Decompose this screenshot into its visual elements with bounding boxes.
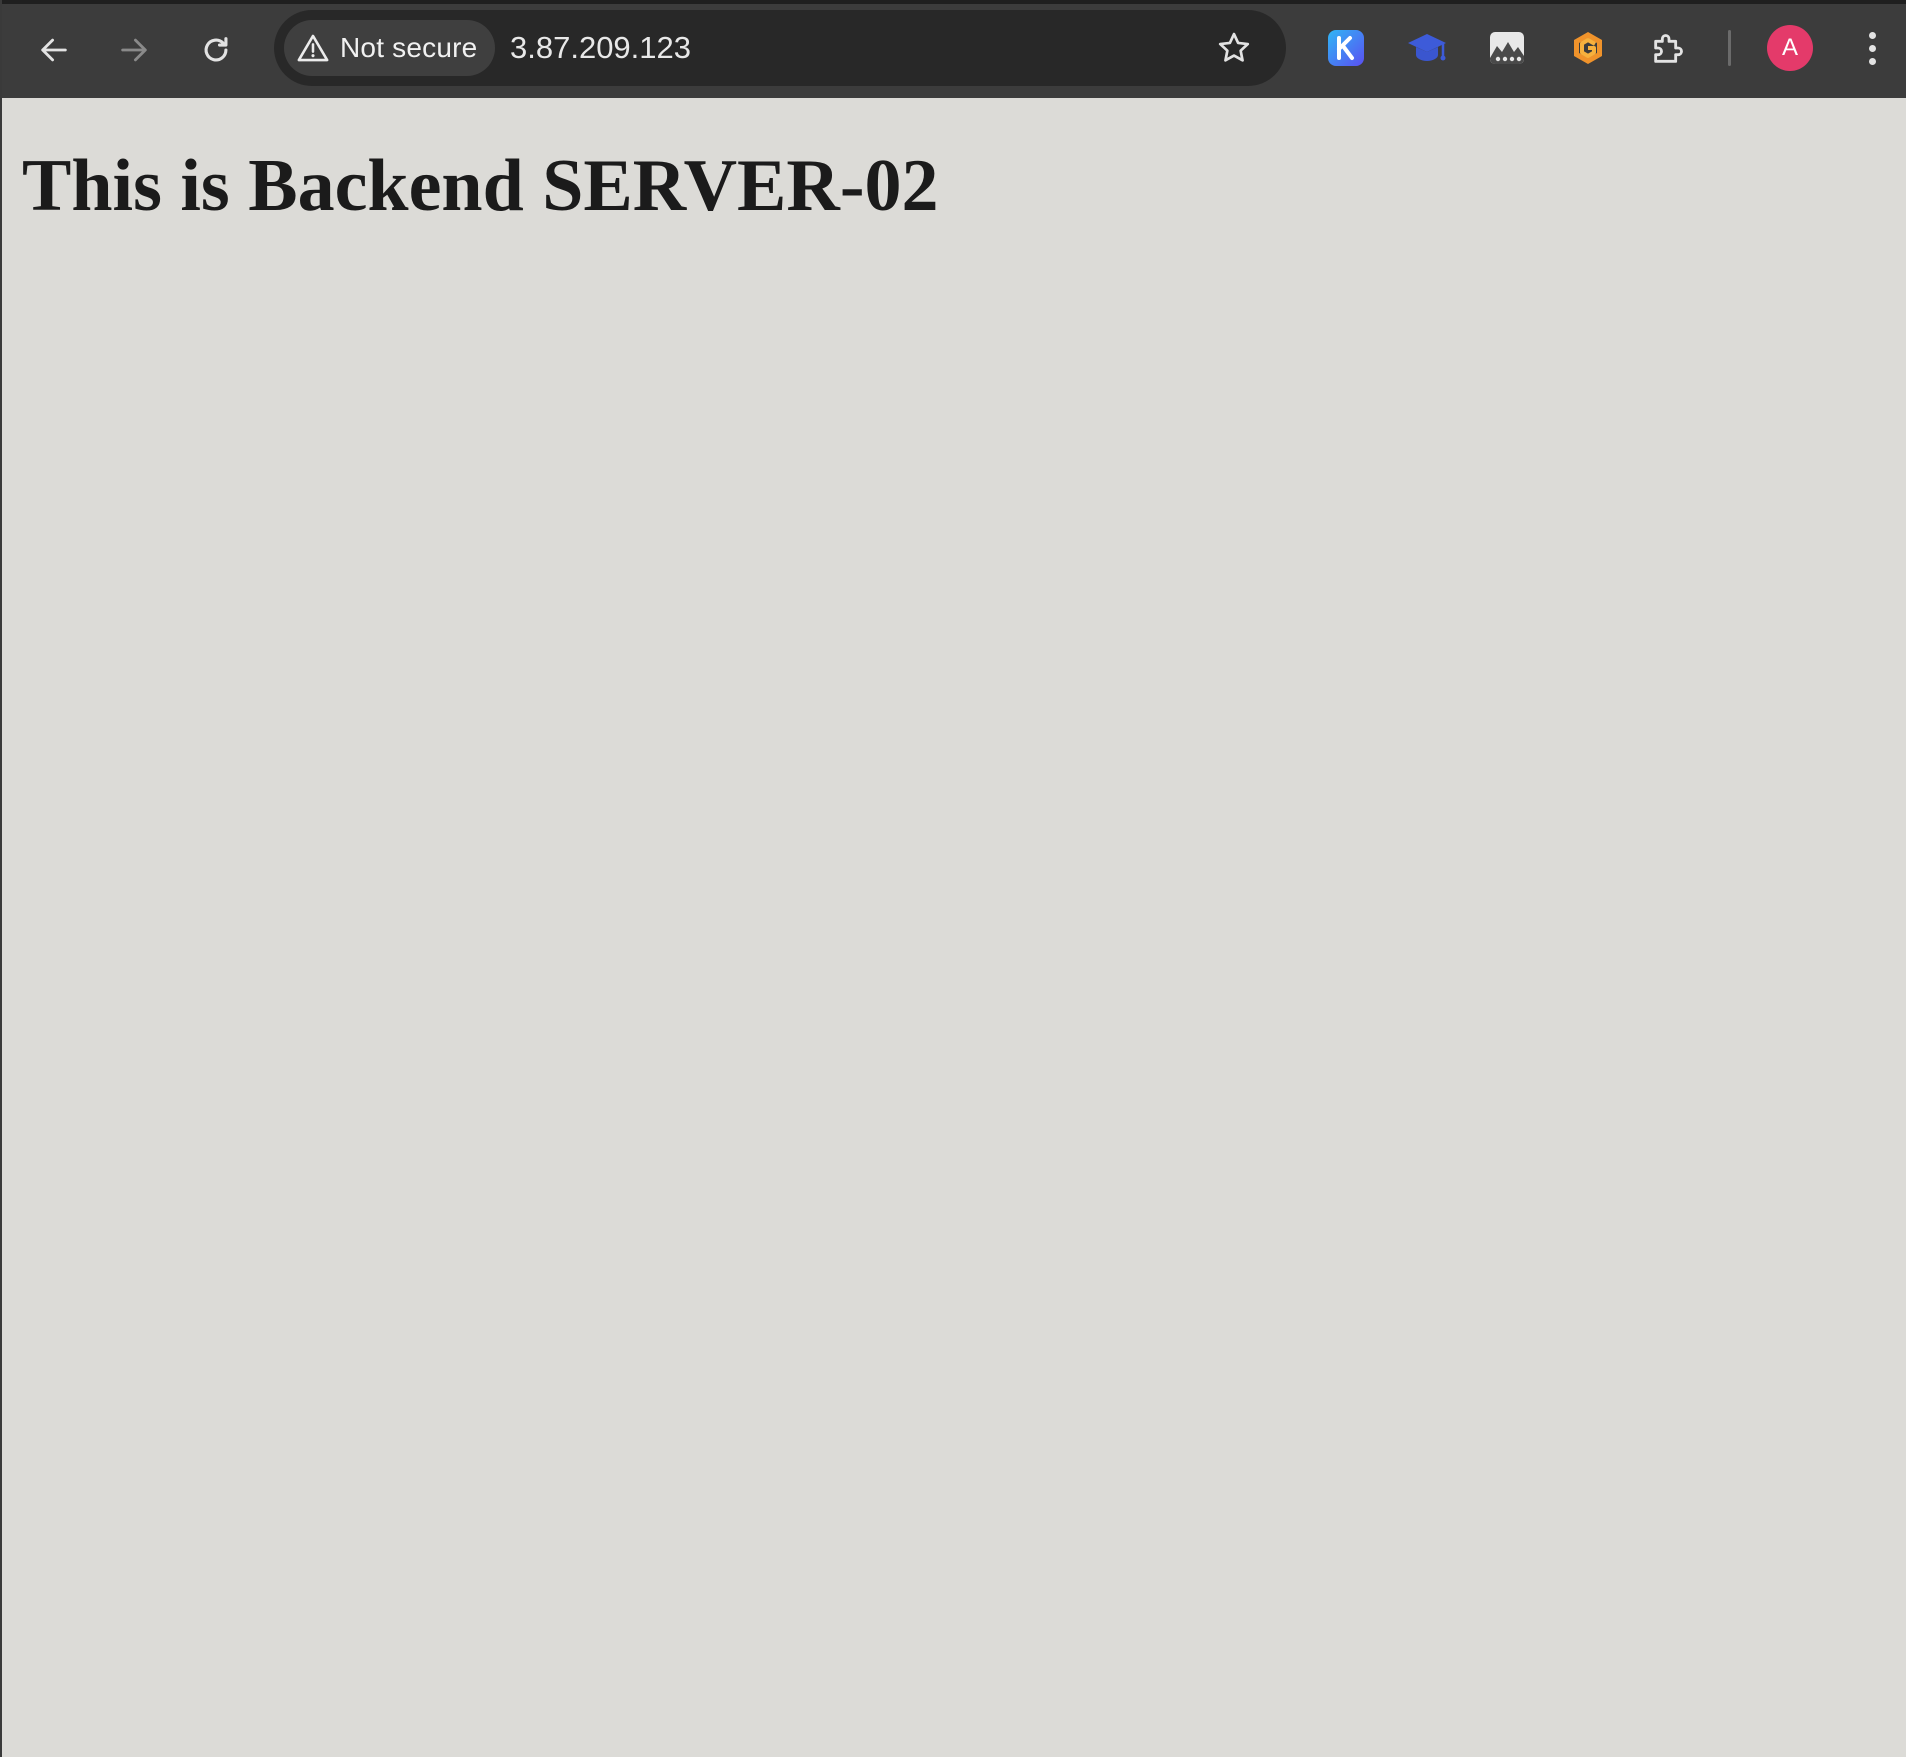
image-extension-button[interactable] xyxy=(1485,26,1529,70)
reload-icon xyxy=(204,37,228,62)
puzzle-piece-icon xyxy=(1654,34,1683,63)
g-extension-icon xyxy=(1574,32,1602,64)
browser-window: Not secure 3.87.209.123 A This is Backen… xyxy=(0,0,1906,1757)
page-heading: This is Backend SERVER-02 xyxy=(22,145,939,227)
page-content: This is Backend SERVER-02 xyxy=(2,98,1906,1757)
profile-avatar[interactable]: A xyxy=(1767,25,1813,71)
address-bar[interactable]: Not secure 3.87.209.123 xyxy=(274,10,1286,86)
toolbar-divider xyxy=(1728,30,1731,66)
k-extension-icon xyxy=(1328,30,1364,66)
menu-dot xyxy=(1868,31,1876,39)
menu-dot xyxy=(1868,44,1876,52)
image-extension-icon xyxy=(1490,32,1524,64)
arrow-right-icon xyxy=(121,38,147,62)
menu-dot xyxy=(1868,57,1876,65)
k-extension-button[interactable] xyxy=(1324,26,1368,70)
security-chip[interactable]: Not secure xyxy=(284,20,496,76)
forward-button[interactable] xyxy=(106,22,162,78)
graduation-cap-extension-button[interactable] xyxy=(1405,26,1449,70)
url-text[interactable]: 3.87.209.123 xyxy=(510,28,691,68)
star-icon xyxy=(1218,32,1250,62)
security-label: Not secure xyxy=(340,32,478,63)
bookmark-button[interactable] xyxy=(1212,26,1256,70)
arrow-left-icon xyxy=(41,38,67,62)
warning-triangle-icon xyxy=(297,34,329,62)
browser-menu-button[interactable] xyxy=(1852,26,1892,70)
back-button[interactable] xyxy=(26,22,82,78)
g-extension-button[interactable] xyxy=(1566,26,1610,70)
reload-button[interactable] xyxy=(188,22,244,78)
browser-toolbar: Not secure 3.87.209.123 A xyxy=(2,0,1906,98)
graduation-cap-icon xyxy=(1408,34,1446,61)
extensions-button[interactable] xyxy=(1647,26,1691,70)
